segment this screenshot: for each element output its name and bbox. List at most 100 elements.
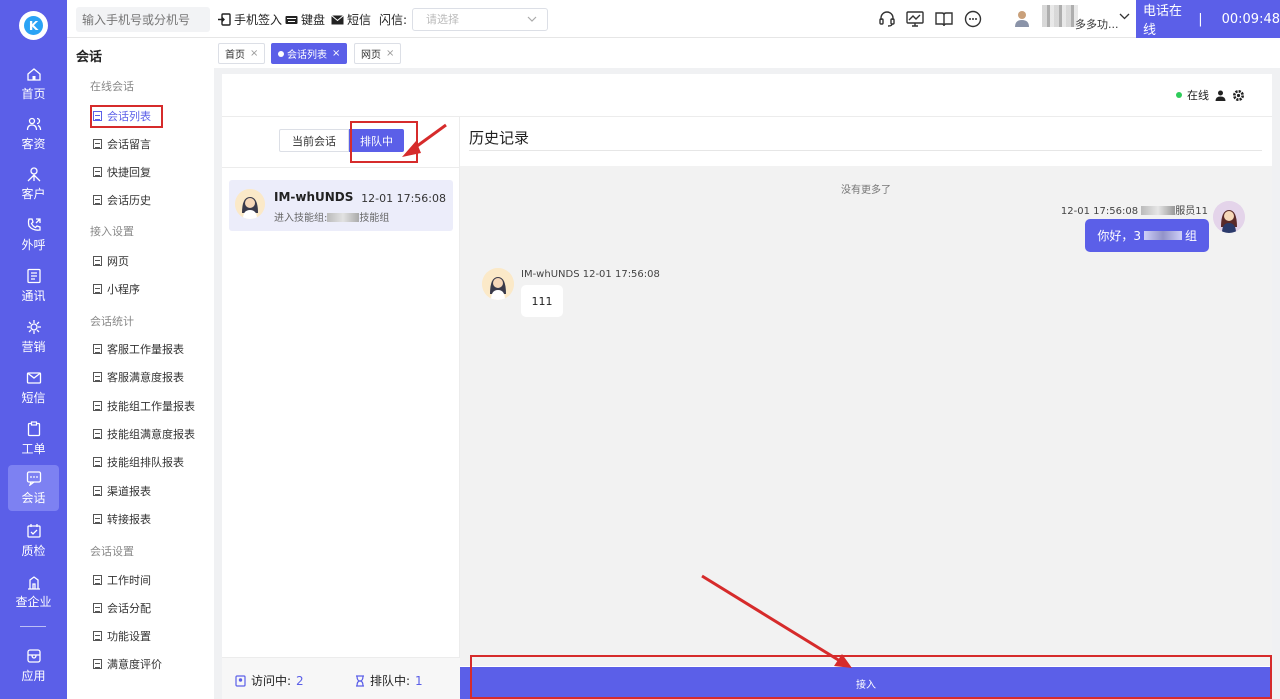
menu-group-label: 接入设置 (90, 225, 134, 238)
mail-icon (331, 14, 344, 24)
menu-item-label: 渠道报表 (107, 485, 151, 498)
close-icon[interactable]: × (386, 48, 394, 59)
person-icon[interactable] (1215, 90, 1226, 101)
rail-item-label: 应用 (21, 669, 46, 683)
rail-item-clipboard[interactable]: 工单 (0, 416, 67, 462)
chevron-down-icon[interactable] (1119, 11, 1130, 22)
phone-checkin-button[interactable]: 手机签入 (218, 11, 282, 28)
menu-item[interactable]: 转接报表 (93, 511, 151, 527)
monitor-icon[interactable] (905, 9, 925, 29)
menu-item-label: 功能设置 (107, 630, 151, 643)
flash-select-placeholder: 请选择 (426, 13, 459, 26)
document-icon (93, 429, 102, 439)
menu-item[interactable]: 小程序 (93, 281, 140, 297)
annotation-box-session-list (90, 105, 163, 128)
flash-label: 闪信: (379, 13, 408, 27)
customer-avatar-icon (482, 268, 514, 300)
menu-item[interactable]: 客服满意度报表 (93, 369, 184, 385)
menu-item[interactable]: 工作时间 (93, 572, 151, 588)
keyboard-button[interactable]: 键盘 (285, 11, 325, 28)
secondary-menu: 会话 在线会话 会话列表 会话留言 快捷回复 会话历史 接入设置 网页 小程序 会话统计 客服工作… (67, 38, 214, 699)
rail-item-customer[interactable]: 客户 (0, 161, 67, 207)
phone-status-label: 电话在线 (1143, 4, 1183, 38)
rail-item-label: 客资 (21, 137, 46, 151)
rail-divider (20, 626, 46, 627)
list-item[interactable]: IM-whUNDS 12-01 17:56:08 进入技能组: 技能组 (229, 180, 453, 231)
menu-item-label: 技能组工作量报表 (107, 400, 195, 413)
app-logo: K (19, 11, 48, 40)
rail-item-inspection[interactable]: 质检 (0, 518, 67, 564)
menu-group-label: 会话设置 (90, 545, 134, 558)
document-icon (93, 344, 102, 354)
customer-icon (27, 167, 40, 182)
book-icon[interactable] (934, 9, 954, 29)
document-icon (93, 284, 102, 294)
chat-icon (26, 471, 41, 486)
document-icon (93, 372, 102, 382)
visiting-count: 访问中: 2 (235, 672, 304, 689)
menu-item[interactable]: 满意度评价 (93, 656, 162, 672)
agent-avatar-icon (1213, 201, 1245, 233)
menu-item[interactable]: 会话历史 (93, 192, 151, 208)
rail-item-home[interactable]: 首页 (0, 61, 67, 107)
menu-item[interactable]: 会话留言 (93, 136, 151, 152)
session-panel: 在线 当前会话 排队中 IM-whUNDS 12-01 17:56:08 进入技… (222, 74, 1272, 699)
rail-item-sms[interactable]: 短信 (0, 365, 67, 411)
rail-item-building[interactable]: 查企业 (0, 569, 67, 615)
rail-item-label: 首页 (21, 87, 46, 101)
rail-item-users[interactable]: 客资 (0, 111, 67, 157)
menu-group-label: 在线会话 (90, 80, 134, 93)
phone-search-input[interactable] (76, 7, 210, 32)
menu-item[interactable]: 网页 (93, 253, 129, 269)
menu-item[interactable]: 技能组满意度报表 (93, 426, 195, 442)
customer-avatar-icon (235, 189, 265, 219)
history-title: 历史记录 (469, 129, 530, 147)
document-icon (93, 195, 102, 205)
tab-webpage[interactable]: 网页 × (354, 43, 402, 64)
checkin-icon (218, 13, 231, 26)
tab-current-sessions[interactable]: 当前会话 (279, 129, 349, 152)
hourglass-icon (356, 674, 364, 687)
annotation-box-queue (350, 121, 418, 163)
menu-item[interactable]: 技能组排队报表 (93, 454, 184, 470)
menu-item[interactable]: 技能组工作量报表 (93, 398, 195, 414)
phone-status-bar[interactable]: 电话在线 | 00:09:48 (1136, 0, 1280, 38)
menu-item[interactable]: 渠道报表 (93, 483, 151, 499)
close-icon[interactable]: × (332, 48, 340, 59)
rail-item-outbound-call[interactable]: 外呼 (0, 212, 67, 258)
rail-item-contacts[interactable]: 通讯 (0, 263, 67, 309)
user-avatar-icon[interactable] (1014, 9, 1030, 27)
session-last-message: 进入技能组: 技能组 (274, 213, 390, 224)
rail-item-chat[interactable]: 会话 (8, 465, 59, 511)
rail-item-label: 通讯 (21, 289, 46, 303)
rail-item-marketing[interactable]: 营销 (0, 314, 67, 360)
document-icon (93, 514, 102, 524)
sms-button[interactable]: 短信 (331, 11, 371, 28)
tab-home[interactable]: 首页 × (218, 43, 266, 64)
gear-icon[interactable] (1232, 89, 1245, 102)
menu-item-label: 客服工作量报表 (107, 343, 184, 356)
menu-item[interactable]: 快捷回复 (93, 164, 151, 180)
chat-history[interactable]: 没有更多了 12-01 17:56:08 服员11 你好，3 组 IM-whUND… (460, 166, 1272, 666)
document-icon (93, 457, 102, 467)
agent-online-status[interactable]: 在线 (1176, 87, 1245, 103)
keyboard-label: 键盘 (301, 13, 326, 27)
rail-item-apps[interactable]: 应用 (0, 643, 67, 689)
tab-label: 会话列表 (287, 50, 327, 61)
visitor-icon (235, 674, 246, 687)
divider (222, 167, 460, 168)
rail-item-label: 查企业 (15, 595, 52, 609)
headset-icon[interactable] (877, 9, 897, 29)
building-icon (27, 576, 40, 590)
menu-item[interactable]: 会话分配 (93, 600, 151, 616)
apps-icon (26, 649, 41, 663)
tab-session-list[interactable]: 会话列表 × (271, 43, 348, 64)
message-bubble-icon[interactable] (963, 9, 983, 29)
menu-item[interactable]: 客服工作量报表 (93, 341, 184, 357)
user-name[interactable]: 多多功... (1075, 16, 1119, 32)
menu-item[interactable]: 功能设置 (93, 628, 151, 644)
close-icon[interactable]: × (250, 48, 258, 59)
flash-message-select[interactable]: 请选择 (412, 8, 548, 31)
marketing-icon (26, 320, 41, 334)
annotation-box-accept (470, 655, 1272, 699)
